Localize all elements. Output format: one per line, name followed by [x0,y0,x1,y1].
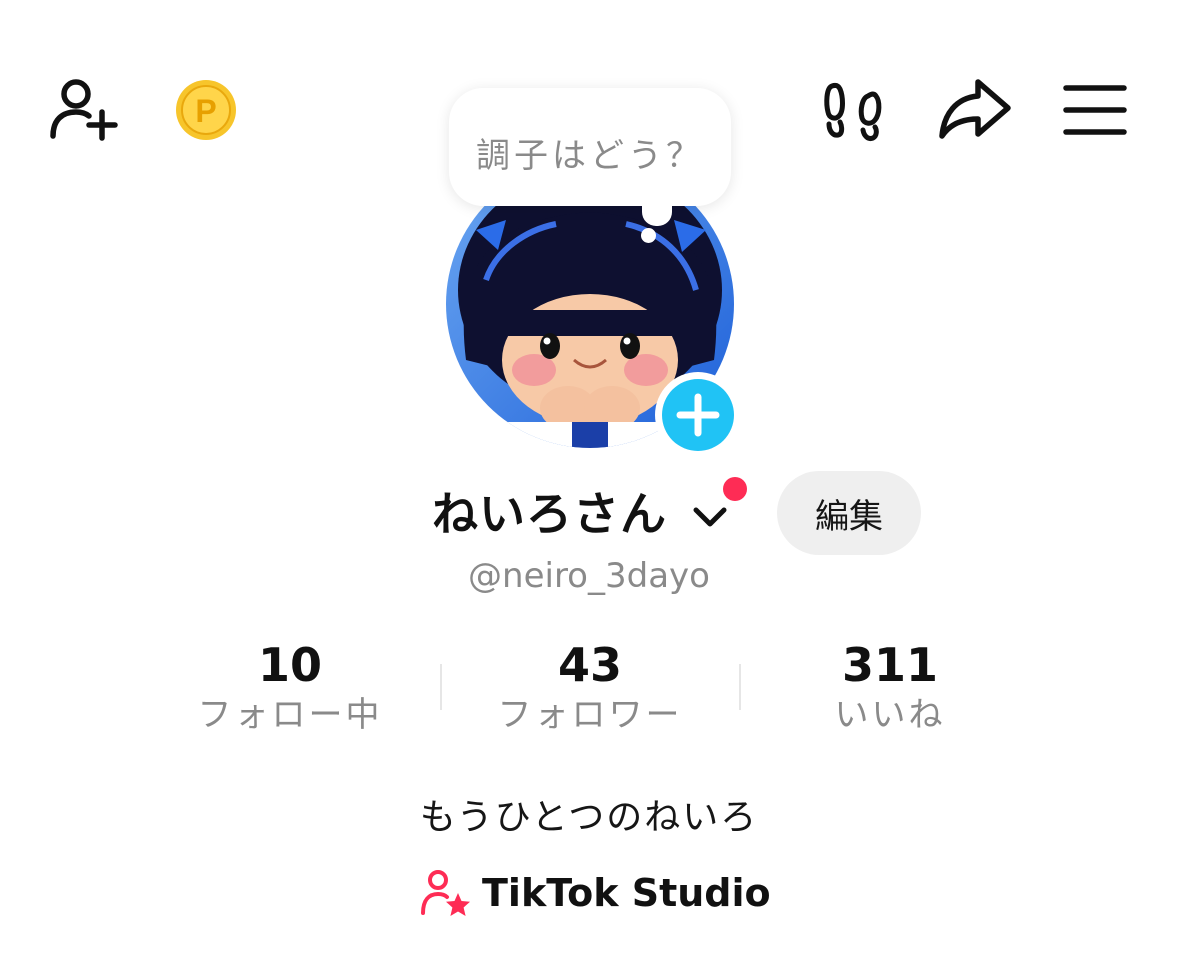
stat-label: フォロワー [497,695,683,735]
stat-following[interactable]: 10 フォロー中 [140,636,440,740]
menu-icon[interactable] [1062,84,1128,136]
profile-page: P 調子はどう？ ねいろさん 編集 @neiro_3dayo 10 フォロー中 … [0,0,1178,967]
add-user-icon[interactable] [48,76,120,142]
username: @neiro_3dayo [468,556,710,596]
coin-icon[interactable]: P [174,78,238,142]
status-bubble[interactable]: 調子はどう？ [449,88,731,206]
plus-icon [676,393,720,437]
tiktok-studio-link[interactable]: TikTok Studio [420,866,771,920]
chevron-down-icon[interactable] [688,500,732,532]
stat-likes[interactable]: 311 いいね [740,636,1040,740]
add-story-circle [662,379,734,451]
stat-value: 43 [557,638,622,692]
status-bubble-tail [642,200,672,226]
add-story-button[interactable] [655,372,741,458]
tiktok-studio-label: TikTok Studio [482,871,771,915]
stat-value: 10 [257,638,322,692]
creator-star-icon [421,870,470,916]
stat-value: 311 [841,638,939,692]
stat-label: フォロー中 [197,695,383,735]
stat-followers[interactable]: 43 フォロワー [440,636,740,740]
stat-label: いいね [834,695,946,735]
edit-profile-button[interactable]: 編集 [777,471,921,555]
status-bubble-text: 調子はどう？ [476,136,704,176]
notification-dot [723,477,747,501]
status-bubble-dot [641,228,656,243]
share-icon[interactable] [938,78,1012,140]
profile-bio: もうひとつのねいろ [419,797,759,838]
footprint-icon[interactable] [822,80,886,142]
coin-letter: P [195,93,216,129]
display-name[interactable]: ねいろさん [432,478,667,544]
